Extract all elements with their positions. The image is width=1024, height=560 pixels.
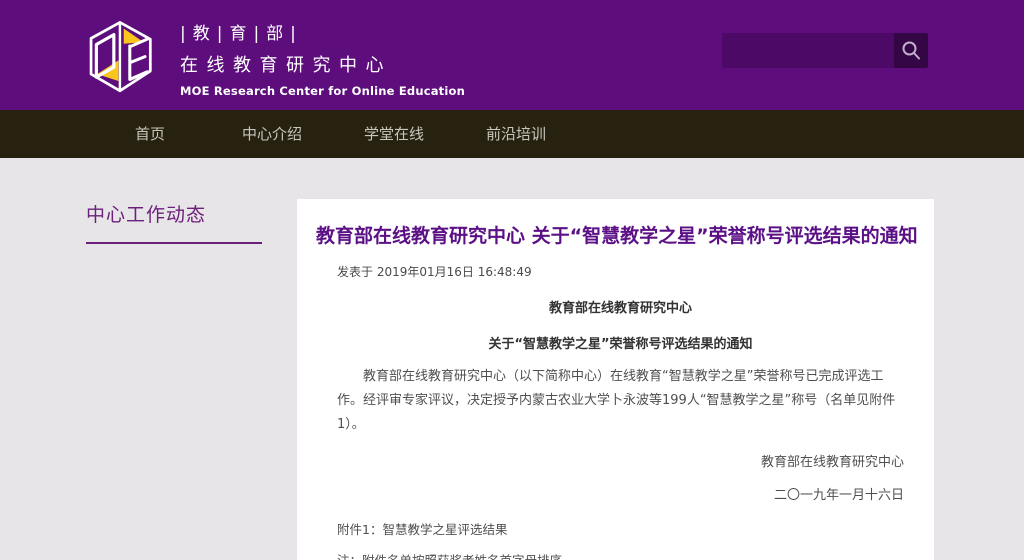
search-input[interactable] <box>722 33 894 68</box>
doc-heading-org: 教育部在线教育研究中心 <box>337 297 904 316</box>
search-bar <box>722 33 928 68</box>
search-icon <box>900 40 922 62</box>
doc-note-line: 注：附件名单按照获奖者姓名首字母排序 <box>337 550 904 560</box>
article-body: 教育部在线教育研究中心 关于“智慧教学之星”荣誉称号评选结果的通知 教育部在线教… <box>337 297 904 560</box>
doc-signature-date: 二〇一九年一月十六日 <box>337 484 904 503</box>
brand-title-cn: |教|育|部| <box>180 19 465 44</box>
article-title: 教育部在线教育研究中心 关于“智慧教学之星”荣誉称号评选结果的通知 <box>316 224 914 249</box>
content-panel: 教育部在线教育研究中心 关于“智慧教学之星”荣誉称号评选结果的通知 发表于 20… <box>297 199 934 560</box>
moe-cube-logo <box>88 10 164 104</box>
sidebar-title: 中心工作动态 <box>86 200 266 227</box>
nav-item-home[interactable]: 首页 <box>89 110 211 158</box>
brand-subtitle-cn: 在线教育研究中心 <box>180 51 465 77</box>
logo-letter-e <box>130 39 147 79</box>
nav-item-center-intro[interactable]: 中心介绍 <box>211 110 333 158</box>
brand-text: |教|育|部| 在线教育研究中心 MOE Research Center for… <box>180 10 465 98</box>
sidebar: 中心工作动态 <box>86 200 266 244</box>
brand-subtitle-en: MOE Research Center for Online Education <box>180 84 465 98</box>
nav-item-frontier-training[interactable]: 前沿培训 <box>455 110 577 158</box>
article-published-date: 发表于 2019年01月16日 16:48:49 <box>337 263 914 280</box>
doc-signature: 教育部在线教育研究中心 <box>337 451 904 470</box>
doc-attachment-line: 附件1：智慧教学之星评选结果 <box>337 519 904 538</box>
search-button[interactable] <box>894 33 928 68</box>
doc-paragraph: 教育部在线教育研究中心（以下简称中心）在线教育“智慧教学之星”荣誉称号已完成评选… <box>337 365 904 437</box>
site-header: |教|育|部| 在线教育研究中心 MOE Research Center for… <box>0 0 1024 110</box>
brand-link[interactable]: |教|育|部| 在线教育研究中心 MOE Research Center for… <box>88 10 465 104</box>
doc-heading-subject: 关于“智慧教学之星”荣誉称号评选结果的通知 <box>337 333 904 352</box>
main-nav: 首页 中心介绍 学堂在线 前沿培训 <box>0 110 1024 158</box>
sidebar-title-underline <box>86 242 262 244</box>
page-body: 中心工作动态 教育部在线教育研究中心 关于“智慧教学之星”荣誉称号评选结果的通知… <box>0 158 1024 560</box>
nav-item-xuetang-online[interactable]: 学堂在线 <box>333 110 455 158</box>
